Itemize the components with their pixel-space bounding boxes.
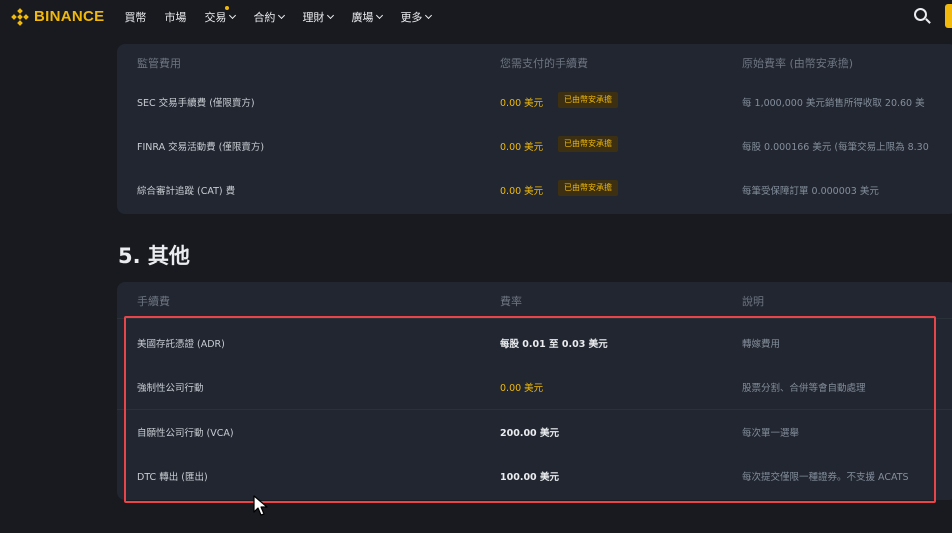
regulatory-fees-table: 監管費用 您需支付的手續費 原始費率 (由幣安承擔) SEC 交易手續費 (僅限… [117,44,952,214]
nav-item-futures[interactable]: 合約 [253,9,286,25]
fee-name: SEC 交易手續費 (僅限賣方) [137,98,255,109]
nav-item-earn[interactable]: 理財 [302,9,335,25]
fee-description: 每次提交僅限一種證券。不支援 ACATS [742,472,909,483]
chevron-down-icon [425,11,433,19]
fee-amount: 每股 0.01 至 0.03 美元 [500,339,608,350]
table-row: 綜合審計追蹤 (CAT) 費 0.00 美元 已由幣安承擔 每筆受保障訂單 0.… [117,168,952,212]
other-fees-table: 手續費 費率 說明 美國存託憑證 (ADR) 每股 0.01 至 0.03 美元… [117,282,952,500]
table-row: 美國存託憑證 (ADR) 每股 0.01 至 0.03 美元 轉嫁費用 [117,321,952,365]
nav-item-markets[interactable]: 市場 [164,9,186,25]
fee-name: FINRA 交易活動費 (僅限賣方) [137,142,265,153]
nav-item-label: 合約 [253,10,276,24]
column-header: 您需支付的手續費 [500,57,588,70]
table-header: 手續費 費率 說明 [117,282,952,318]
fee-description: 股票分割、合併等會自動處理 [742,383,866,394]
fee-name: 美國存託憑證 (ADR) [137,339,225,350]
table-row: DTC 轉出 (匯出) 100.00 美元 每次提交僅限一種證券。不支援 ACA… [117,454,952,498]
table-row: 自願性公司行動 (VCA) 200.00 美元 每次單一選舉 [117,410,952,454]
fee-description: 每 1,000,000 美元銷售所得收取 20.60 美 [742,98,925,109]
section-title: 5. 其他 [118,244,190,268]
fee-description: 轉嫁費用 [742,339,781,350]
register-button[interactable] [945,4,952,28]
fee-description: 每次單一選舉 [742,428,800,439]
notification-dot [225,5,230,10]
divider [117,318,952,319]
status-badge: 已由幣安承擔 [558,180,618,196]
table-row: FINRA 交易活動費 (僅限賣方) 0.00 美元 已由幣安承擔 每股 0.0… [117,124,952,168]
nav-item-buy[interactable]: 買幣 [124,9,146,25]
column-header: 監管費用 [137,57,181,70]
fee-amount: 200.00 美元 [500,428,559,439]
fee-name: DTC 轉出 (匯出) [137,472,208,483]
search-icon[interactable] [914,8,927,21]
column-header: 說明 [742,295,764,308]
status-badge: 已由幣安承擔 [558,92,618,108]
brand-logo[interactable]: BINANCE [11,7,105,26]
fee-amount: 100.00 美元 [500,472,559,483]
fee-amount: 0.00 美元 [500,186,544,197]
column-header: 原始費率 (由幣安承擔) [742,57,854,70]
nav-item-label: 廣場 [351,10,374,24]
fee-amount: 0.00 美元 [500,142,544,153]
chevron-down-icon [278,11,286,19]
fee-amount: 0.00 美元 [500,383,544,394]
column-header: 手續費 [137,295,170,308]
nav-item-more[interactable]: 更多 [400,9,433,25]
main-menu: 買幣 市場 交易 合約 理財 廣場 更多 [124,5,449,25]
table-row: 強制性公司行動 0.00 美元 股票分割、合併等會自動處理 [117,365,952,409]
fee-description: 每筆受保障訂單 0.000003 美元 [742,186,879,197]
nav-item-label: 更多 [400,10,423,24]
fee-name: 自願性公司行動 (VCA) [137,428,234,439]
status-badge: 已由幣安承擔 [558,136,618,152]
nav-item-trade[interactable]: 交易 [204,5,237,25]
chevron-down-icon [376,11,384,19]
fee-description: 每股 0.000166 美元 (每筆交易上限為 8.30 [742,142,929,153]
nav-item-label: 交易 [204,10,227,24]
table-row: SEC 交易手續費 (僅限賣方) 0.00 美元 已由幣安承擔 每 1,000,… [117,80,952,124]
top-navbar: BINANCE 買幣 市場 交易 合約 理財 廣場 更多 [0,0,952,33]
table-header: 監管費用 您需支付的手續費 原始費率 (由幣安承擔) [117,44,952,80]
fee-amount: 0.00 美元 [500,98,544,109]
nav-item-label: 買幣 [124,10,147,24]
binance-logo-icon [11,7,29,26]
fee-name: 強制性公司行動 [137,383,204,394]
cursor-pointer-icon [253,495,268,516]
nav-item-label: 市場 [164,10,187,24]
nav-item-label: 理財 [302,10,325,24]
chevron-down-icon [327,11,335,19]
nav-item-square[interactable]: 廣場 [351,9,384,25]
fee-name: 綜合審計追蹤 (CAT) 費 [137,186,236,197]
column-header: 費率 [500,295,522,308]
chevron-down-icon [229,11,237,19]
brand-name: BINANCE [34,8,105,25]
